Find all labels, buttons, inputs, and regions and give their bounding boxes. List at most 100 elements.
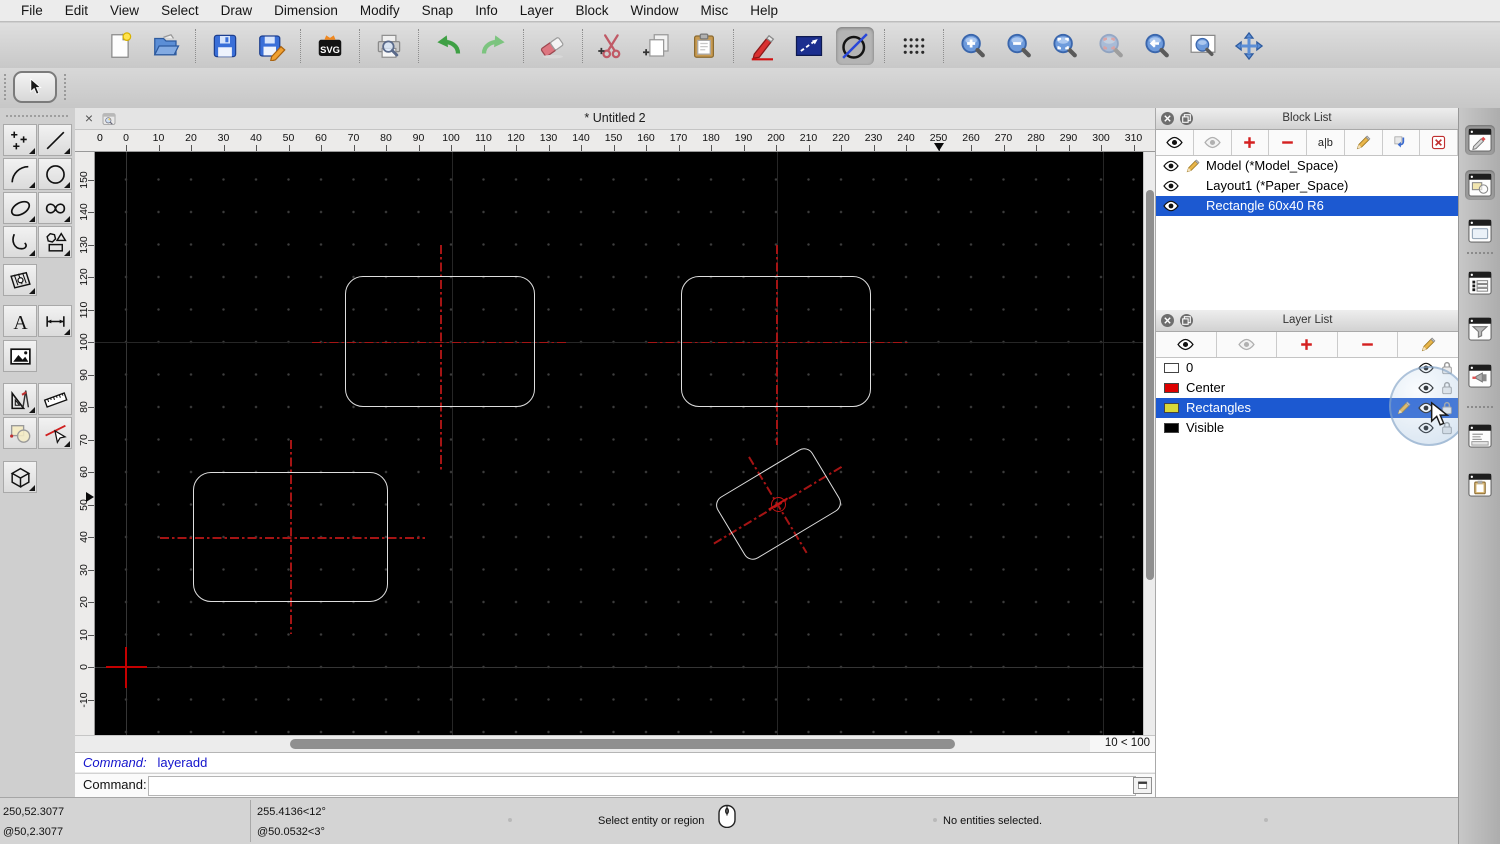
eye-grey-toolbutton[interactable] bbox=[1217, 332, 1278, 357]
image-tool[interactable] bbox=[3, 340, 37, 372]
spline-tool[interactable] bbox=[38, 192, 72, 224]
copy-button[interactable] bbox=[639, 27, 677, 65]
menu-item-edit[interactable]: Edit bbox=[54, 3, 99, 18]
zoom-window-button[interactable] bbox=[1184, 27, 1222, 65]
menu-item-window[interactable]: Window bbox=[620, 3, 690, 18]
layer-list-item[interactable]: Rectangles bbox=[1156, 398, 1458, 418]
menu-item-draw[interactable]: Draw bbox=[210, 3, 264, 18]
plus-toolbutton[interactable] bbox=[1277, 332, 1338, 357]
minus-toolbutton[interactable] bbox=[1269, 130, 1307, 155]
dock-filter[interactable] bbox=[1465, 314, 1495, 344]
layer-list-item[interactable]: Visible bbox=[1156, 418, 1458, 438]
measure-tool[interactable] bbox=[38, 383, 72, 415]
menu-item-misc[interactable]: Misc bbox=[690, 3, 740, 18]
menu-item-info[interactable]: Info bbox=[464, 3, 509, 18]
zoom-select-button[interactable] bbox=[1092, 27, 1130, 65]
eye-toolbutton[interactable] bbox=[1156, 332, 1217, 357]
layer-visibility-eye-icon[interactable] bbox=[1418, 360, 1434, 376]
dock-command-widget[interactable] bbox=[1465, 421, 1495, 451]
hatch-tool[interactable] bbox=[3, 264, 37, 296]
layer-lock-icon[interactable] bbox=[1439, 400, 1455, 416]
command-input[interactable] bbox=[148, 776, 1136, 796]
panel-close-button[interactable] bbox=[1161, 314, 1174, 327]
eye-toolbutton[interactable] bbox=[1156, 130, 1194, 155]
vertical-scrollbar[interactable] bbox=[1143, 152, 1155, 735]
modify-tool[interactable] bbox=[3, 417, 37, 449]
layer-list-item[interactable]: 0 bbox=[1156, 358, 1458, 378]
rectangle-entity[interactable] bbox=[681, 276, 871, 407]
arc-tool[interactable] bbox=[3, 158, 37, 190]
insert-block-toolbutton[interactable] bbox=[1383, 130, 1421, 155]
draft-mode-button[interactable] bbox=[836, 26, 874, 65]
dock-announce[interactable] bbox=[1465, 361, 1495, 391]
menu-item-file[interactable]: File bbox=[10, 3, 54, 18]
polygon-tool[interactable] bbox=[38, 226, 72, 258]
select-entity-tool[interactable] bbox=[38, 417, 72, 449]
svg-export-button[interactable]: SVG bbox=[311, 27, 349, 65]
pen-button[interactable] bbox=[744, 27, 782, 65]
layer-visibility-eye-icon[interactable] bbox=[1418, 400, 1434, 416]
eye-grey-toolbutton[interactable] bbox=[1194, 130, 1232, 155]
cut-button[interactable] bbox=[593, 27, 631, 65]
select-tool-button[interactable] bbox=[13, 71, 57, 103]
visibility-eye-icon[interactable] bbox=[1163, 158, 1179, 174]
save-as-button[interactable] bbox=[252, 27, 290, 65]
drawing-canvas[interactable] bbox=[95, 152, 1143, 735]
layer-lock-icon[interactable] bbox=[1439, 360, 1455, 376]
menu-item-modify[interactable]: Modify bbox=[349, 3, 411, 18]
rectangle-entity[interactable] bbox=[193, 472, 388, 602]
layer-list-item[interactable]: Center bbox=[1156, 378, 1458, 398]
dock-block-list[interactable] bbox=[1465, 268, 1495, 298]
text-tool[interactable]: A bbox=[3, 305, 37, 337]
menu-item-select[interactable]: Select bbox=[150, 3, 210, 18]
save-button[interactable] bbox=[206, 27, 244, 65]
misc-tools-tool[interactable] bbox=[3, 383, 37, 415]
pencil-toolbutton[interactable] bbox=[1398, 332, 1458, 357]
dock-clipboard[interactable] bbox=[1465, 470, 1495, 500]
paste-button[interactable] bbox=[685, 27, 723, 65]
rectangle-entity[interactable] bbox=[345, 276, 535, 407]
command-detach-button[interactable] bbox=[1133, 777, 1152, 794]
line-tool[interactable] bbox=[38, 124, 72, 156]
zoom-in-button[interactable] bbox=[954, 27, 992, 65]
new-document-button[interactable] bbox=[101, 27, 139, 65]
zoom-pan-button[interactable] bbox=[1230, 27, 1268, 65]
zoom-out-button[interactable] bbox=[1000, 27, 1038, 65]
print-preview-button[interactable] bbox=[370, 27, 408, 65]
ellipse-tool[interactable] bbox=[3, 192, 37, 224]
plus-toolbutton[interactable] bbox=[1232, 130, 1270, 155]
layer-lock-icon[interactable] bbox=[1439, 380, 1455, 396]
menu-item-block[interactable]: Block bbox=[565, 3, 620, 18]
block-list-item[interactable]: Layout1 (*Paper_Space) bbox=[1156, 176, 1458, 196]
horizontal-scrollbar[interactable] bbox=[75, 735, 1090, 752]
circle-tool[interactable] bbox=[38, 158, 72, 190]
zoom-auto-button[interactable] bbox=[1046, 27, 1084, 65]
dock-library-browser[interactable] bbox=[1465, 170, 1495, 200]
rename-toolbutton[interactable]: a|b bbox=[1307, 130, 1345, 155]
menu-item-layer[interactable]: Layer bbox=[509, 3, 565, 18]
points-tool[interactable] bbox=[3, 124, 37, 156]
delete-red-toolbutton[interactable] bbox=[1420, 130, 1458, 155]
block-list-item[interactable]: Model (*Model_Space) bbox=[1156, 156, 1458, 176]
solid-3d-tool[interactable] bbox=[3, 461, 37, 493]
zoom-previous-button[interactable] bbox=[1138, 27, 1176, 65]
horizontal-scrollbar-thumb[interactable] bbox=[290, 739, 955, 749]
eraser-button[interactable] bbox=[534, 27, 572, 65]
grid-button[interactable] bbox=[895, 27, 933, 65]
pencil-toolbutton[interactable] bbox=[1345, 130, 1383, 155]
dimension-tool[interactable] bbox=[38, 305, 72, 337]
line-attributes-button[interactable] bbox=[790, 27, 828, 65]
layer-lock-icon[interactable] bbox=[1439, 420, 1455, 436]
panel-float-button[interactable] bbox=[1180, 314, 1193, 327]
block-list-item[interactable]: Rectangle 60x40 R6 bbox=[1156, 196, 1458, 216]
undo-button[interactable] bbox=[429, 27, 467, 65]
menu-item-help[interactable]: Help bbox=[739, 3, 789, 18]
menu-item-snap[interactable]: Snap bbox=[411, 3, 465, 18]
dock-blank-panel[interactable] bbox=[1465, 216, 1495, 246]
redo-button[interactable] bbox=[475, 27, 513, 65]
menu-item-view[interactable]: View bbox=[99, 3, 150, 18]
menu-item-dimension[interactable]: Dimension bbox=[263, 3, 349, 18]
layer-visibility-eye-icon[interactable] bbox=[1418, 380, 1434, 396]
polyline-tool[interactable] bbox=[3, 226, 37, 258]
open-folder-button[interactable] bbox=[147, 27, 185, 65]
